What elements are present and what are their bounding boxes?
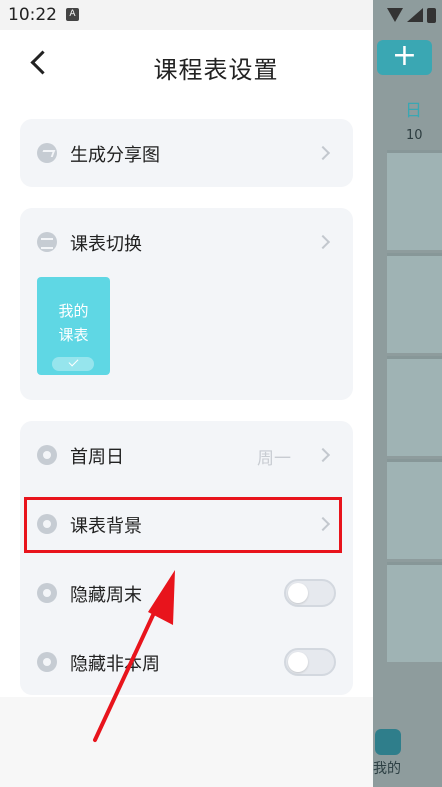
day-header: 日 <box>405 101 422 121</box>
switch-row[interactable]: 课表切换 <box>20 212 353 272</box>
switch-card: 课表切换 我的 课表 <box>20 208 353 400</box>
share-card[interactable]: 生成分享图 <box>20 119 353 187</box>
battery-icon <box>427 8 436 23</box>
grid-cell <box>387 562 442 662</box>
grid-cell <box>387 253 442 353</box>
settings-card: 首周日 周一 课表背景 隐藏周末 隐藏非本周 <box>20 421 353 695</box>
chevron-right-icon <box>315 447 331 463</box>
profile-icon[interactable] <box>375 729 401 755</box>
eye-icon <box>37 583 57 603</box>
wifi-icon <box>387 8 403 22</box>
first-weekday-label: 首周日 <box>70 447 124 468</box>
notification-icon: A <box>66 8 79 21</box>
annotation-highlight-box <box>24 497 342 553</box>
checkmark-icon <box>52 357 94 371</box>
first-weekday-row[interactable]: 首周日 周一 <box>20 425 353 485</box>
hide-weekend-row: 隐藏周末 <box>20 563 353 623</box>
date-header: 10 <box>406 128 423 143</box>
thumbnail-label: 我的 课表 <box>37 299 110 347</box>
grid-cell <box>387 459 442 559</box>
status-bar: 10:22 A <box>0 0 442 30</box>
grid-cell <box>387 356 442 456</box>
page-title: 课程表设置 <box>153 56 279 84</box>
hide-weekend-toggle[interactable] <box>284 579 336 607</box>
hide-non-current-week-toggle[interactable] <box>284 648 336 676</box>
chevron-right-icon <box>315 145 331 161</box>
status-time: 10:22 <box>8 5 57 25</box>
hide-weekend-label: 隐藏周末 <box>70 585 142 606</box>
share-icon <box>37 143 57 163</box>
bottom-area <box>0 697 373 787</box>
signal-icon <box>407 8 423 22</box>
thumbnail-line1: 我的 <box>58 302 89 320</box>
toggle-knob <box>288 583 308 603</box>
calendar-icon <box>37 445 57 465</box>
schedule-grid <box>373 150 442 720</box>
schedule-thumbnail[interactable]: 我的 课表 <box>37 277 110 375</box>
thumbnail-line2: 课表 <box>58 326 89 344</box>
hide-non-current-week-row: 隐藏非本周 <box>20 632 353 692</box>
tab-me-label[interactable]: 我的 <box>373 758 401 778</box>
chevron-right-icon <box>315 234 331 250</box>
eye-icon <box>37 652 57 672</box>
share-row[interactable]: 生成分享图 <box>20 123 353 183</box>
status-icons <box>387 8 436 23</box>
switch-icon <box>37 232 57 252</box>
hide-non-current-week-label: 隐藏非本周 <box>70 654 160 675</box>
share-label: 生成分享图 <box>70 145 160 166</box>
settings-panel: 课程表设置 生成分享图 课表切换 我的 课表 首周日 周一 课表背景 隐藏周末 … <box>0 0 373 787</box>
toggle-knob <box>288 652 308 672</box>
grid-cell <box>387 150 442 250</box>
switch-label: 课表切换 <box>70 234 142 255</box>
first-weekday-value: 周一 <box>257 449 291 469</box>
